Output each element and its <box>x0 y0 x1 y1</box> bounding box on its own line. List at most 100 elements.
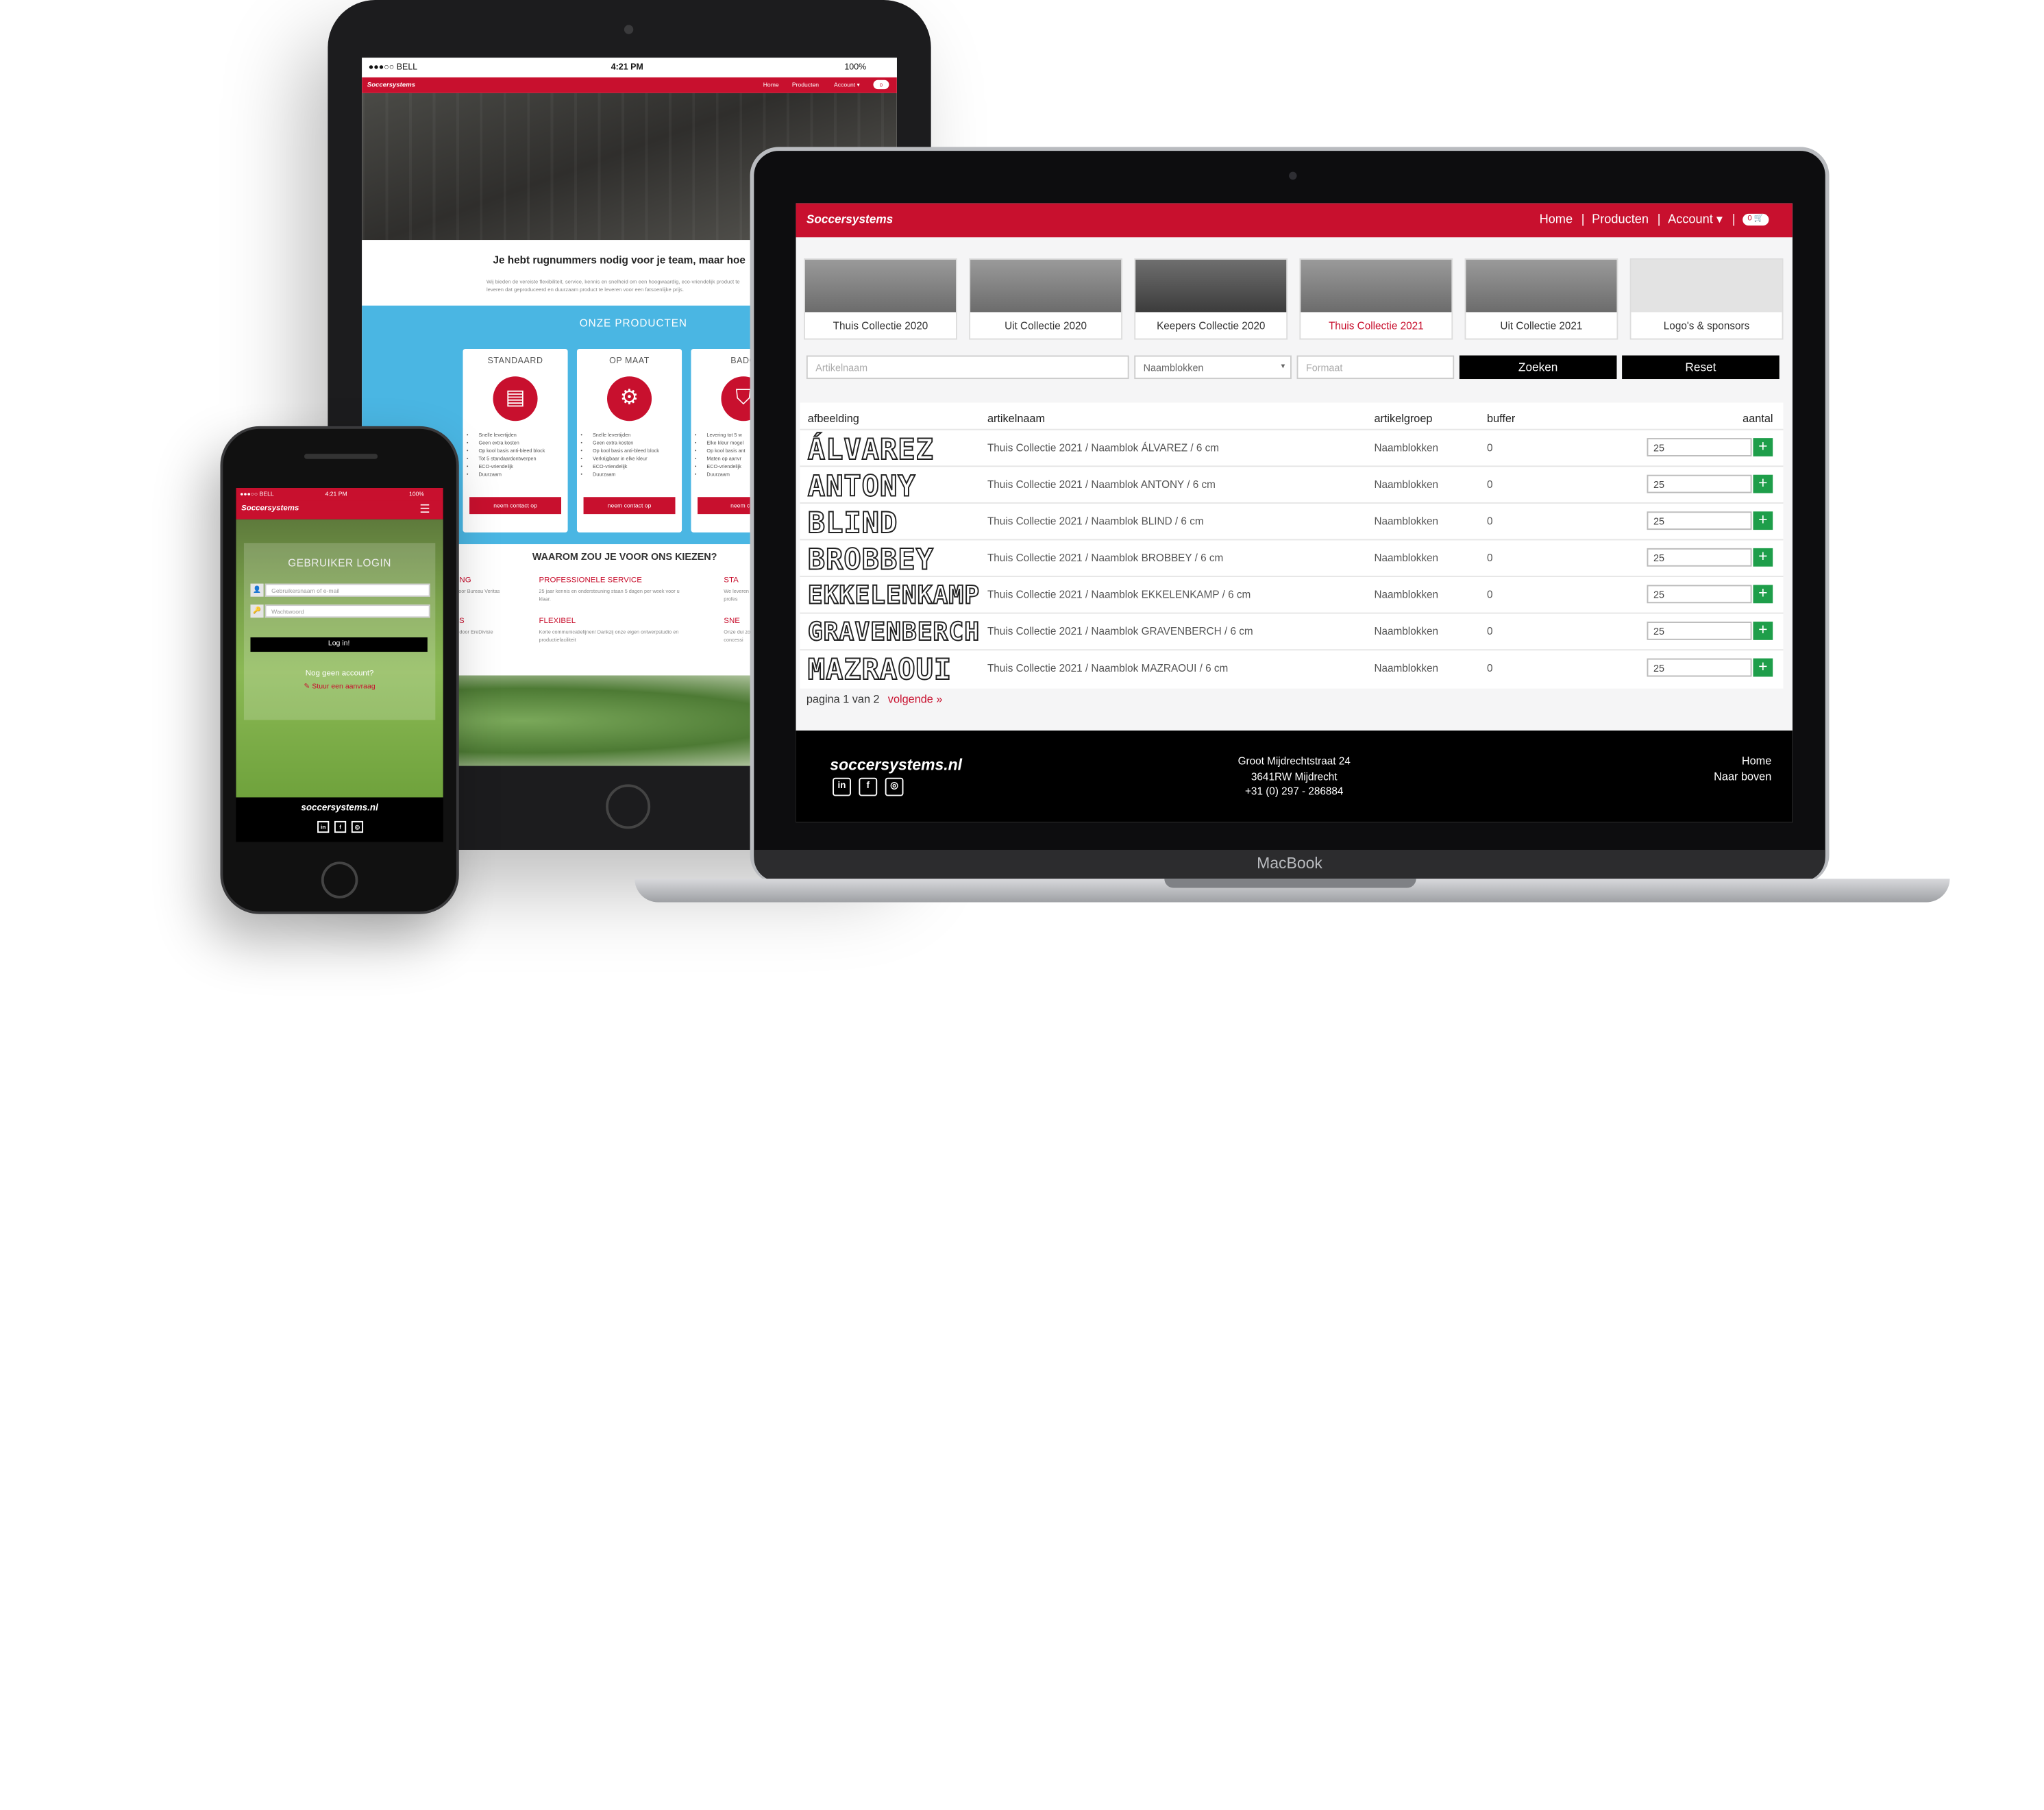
product-card-op-maat: OP MAAT ⚙ Snelle levertijden Geen extra … <box>576 349 682 533</box>
add-to-cart-button[interactable]: + <box>1753 621 1773 640</box>
collection-image <box>970 259 1122 313</box>
laptop-navbar: Soccersystems Home | Producten | Account… <box>796 203 1793 238</box>
why-item-title: PROFESSIONELE SERVICE <box>539 576 642 585</box>
name-block-image: ÁLVAREZ <box>807 433 934 467</box>
feature-item: Duurzaam <box>478 471 567 478</box>
group-select[interactable]: Naamblokken ▾ <box>1134 355 1292 380</box>
name-block-image: EKKELENKAMP <box>807 580 981 611</box>
key-icon: 🔑 <box>250 604 264 618</box>
quantity-input[interactable]: 25 <box>1647 548 1752 567</box>
buffer-value: 0 <box>1487 515 1493 528</box>
name-block-image: BROBBEY <box>807 543 934 578</box>
site-logo[interactable]: Soccersystems <box>806 212 893 225</box>
nav-products-link[interactable]: Producten <box>792 82 819 88</box>
why-item-title: FLEXIBEL <box>539 617 576 626</box>
linkedin-icon[interactable]: in <box>317 820 330 833</box>
intro-text: Wij bieden de vereiste flexibiliteit, se… <box>486 278 740 293</box>
nav-separator: | <box>1581 212 1585 228</box>
collection-image <box>1135 259 1287 313</box>
collection-tile[interactable]: Logo's & sponsors <box>1629 258 1784 340</box>
quantity-input[interactable]: 25 <box>1647 622 1752 640</box>
article-name-input[interactable]: Artikelnaam <box>806 355 1129 380</box>
login-button[interactable]: Log in! <box>250 637 428 652</box>
feature-item: Op kool basis anti-bleed block <box>593 448 682 455</box>
name-block-image: ANTONY <box>807 470 916 504</box>
tablet-home-button[interactable] <box>606 784 651 829</box>
next-page-link[interactable]: volgende » <box>888 692 943 705</box>
product-title: STANDAARD <box>487 356 543 366</box>
quantity-input[interactable]: 25 <box>1647 658 1752 677</box>
nav-products-link[interactable]: Producten <box>1592 212 1649 227</box>
feature-list: Snelle levertijden Geen extra kosten Op … <box>478 432 567 479</box>
table-row: ÁLVAREZ Thuis Collectie 2021 / Naamblok … <box>800 428 1784 467</box>
add-to-cart-button[interactable]: + <box>1753 548 1773 567</box>
facebook-icon[interactable]: f <box>334 820 347 833</box>
search-button[interactable]: Zoeken <box>1459 355 1617 380</box>
reset-button[interactable]: Reset <box>1622 355 1780 380</box>
name-block-image: MAZRAOUI <box>807 654 952 688</box>
laptop-lid: MacBook Soccersystems Home | Producten |… <box>750 147 1830 884</box>
nav-home-link[interactable]: Home <box>763 82 779 88</box>
instagram-icon[interactable]: ◎ <box>351 820 364 833</box>
contact-button[interactable]: neem contact op <box>583 497 676 515</box>
username-input[interactable]: Gebruikersnaam of e-mail <box>264 583 430 597</box>
cart-badge[interactable]: 0 <box>873 80 889 90</box>
column-header: aantal <box>1743 411 1773 426</box>
format-input[interactable]: Formaat <box>1296 355 1455 380</box>
password-input[interactable]: Wachtwoord <box>264 604 430 618</box>
article-name: Thuis Collectie 2021 / Naamblok BLIND / … <box>987 515 1204 528</box>
article-group: Naamblokken <box>1374 589 1439 601</box>
phone-speaker <box>304 454 378 459</box>
collection-tile[interactable]: Uit Collectie 2020 <box>969 258 1123 340</box>
status-battery: 100% <box>844 62 867 73</box>
laptop-screen: Soccersystems Home | Producten | Account… <box>796 203 1793 822</box>
footer-home-link[interactable]: Home <box>1714 754 1771 769</box>
name-block-image: GRAVENBERCH <box>807 617 981 647</box>
tablet-camera <box>624 25 634 34</box>
linkedin-icon[interactable]: in <box>833 777 851 796</box>
footer-address: Groot Mijdrechtstraat 24 3641RW Mijdrech… <box>1203 754 1386 799</box>
status-carrier: ●●●○○ BELL <box>240 490 274 498</box>
collection-tile[interactable]: Thuis Collectie 2020 <box>804 258 957 340</box>
collection-label: Thuis Collectie 2021 <box>1328 319 1424 332</box>
contact-button[interactable]: neem contact op <box>469 497 562 515</box>
article-name: Thuis Collectie 2021 / Naamblok EKKELENK… <box>987 589 1251 601</box>
nav-account-menu[interactable]: Account ▾ <box>1668 212 1723 227</box>
collection-tile[interactable]: Keepers Collectie 2020 <box>1134 258 1288 340</box>
laptop-brand-label: MacBook <box>1257 853 1322 872</box>
facebook-icon[interactable]: f <box>859 777 878 796</box>
add-to-cart-button[interactable]: + <box>1753 585 1773 604</box>
add-to-cart-button[interactable]: + <box>1753 511 1773 530</box>
feature-item: Op kool basis anti-bleed block <box>478 448 567 455</box>
nav-home-link[interactable]: Home <box>1540 212 1573 227</box>
no-account-text: Nog geen account? <box>305 670 374 678</box>
site-logo[interactable]: Soccersystems <box>241 505 299 513</box>
collection-tile[interactable]: Uit Collectie 2021 <box>1464 258 1618 340</box>
products-table: afbeelding artikelnaam artikelgroep buff… <box>800 402 1784 689</box>
laptop-notch <box>1164 879 1416 888</box>
column-header: artikelnaam <box>987 411 1046 426</box>
article-name: Thuis Collectie 2021 / Naamblok ÁLVAREZ … <box>987 441 1220 454</box>
buffer-value: 0 <box>1487 552 1493 564</box>
cart-badge[interactable]: 0 🛒 <box>1743 213 1769 226</box>
feature-item: ECO-vriendelijk <box>478 463 567 471</box>
phone-home-button[interactable] <box>321 861 358 898</box>
nav-account-menu[interactable]: Account ▾ <box>834 82 860 89</box>
quantity-input[interactable]: 25 <box>1647 438 1752 456</box>
add-to-cart-button[interactable]: + <box>1753 437 1773 456</box>
quantity-input[interactable]: 25 <box>1647 511 1752 530</box>
add-to-cart-button[interactable]: + <box>1753 474 1773 493</box>
instagram-icon[interactable]: ◎ <box>885 777 904 796</box>
collection-image <box>1301 259 1452 313</box>
quantity-input[interactable]: 25 <box>1647 585 1752 604</box>
phone-number: +31 (0) 297 - 286884 <box>1244 785 1344 798</box>
quantity-input[interactable]: 25 <box>1647 474 1752 493</box>
back-to-top-link[interactable]: Naar boven <box>1714 769 1771 784</box>
hamburger-menu-icon[interactable]: ☰ <box>419 502 430 517</box>
address-line: Groot Mijdrechtstraat 24 <box>1238 755 1351 768</box>
request-account-link[interactable]: ✎ Stuur een aanvraag <box>236 683 443 691</box>
phone-navbar: Soccersystems ☰ <box>236 500 443 519</box>
site-logo[interactable]: Soccersystems <box>367 82 415 89</box>
collection-tile-active[interactable]: Thuis Collectie 2021 <box>1299 258 1453 340</box>
add-to-cart-button[interactable]: + <box>1753 658 1773 677</box>
